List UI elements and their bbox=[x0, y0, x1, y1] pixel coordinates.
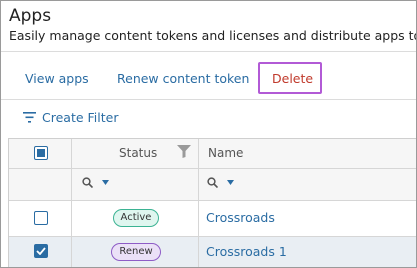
page-title: Apps bbox=[9, 6, 52, 26]
apps-table: Status Name Active Crossroads Renew Cros… bbox=[8, 138, 416, 267]
action-toolbar: View apps Renew content token Delete bbox=[1, 57, 416, 97]
apps-panel: Apps Easily manage content tokens and li… bbox=[0, 0, 417, 268]
create-filter-label: Create Filter bbox=[42, 110, 119, 125]
filter-lines-icon bbox=[23, 112, 36, 123]
page-header: Apps Easily manage content tokens and li… bbox=[9, 5, 416, 43]
create-filter-button[interactable]: Create Filter bbox=[23, 110, 118, 125]
table-border bbox=[8, 138, 416, 267]
divider bbox=[1, 99, 416, 100]
renew-content-token-link[interactable]: Renew content token bbox=[117, 71, 249, 86]
delete-link[interactable]: Delete bbox=[272, 71, 313, 86]
view-apps-link[interactable]: View apps bbox=[25, 71, 89, 86]
divider bbox=[1, 51, 416, 52]
page-subtitle: Easily manage content tokens and license… bbox=[9, 28, 416, 43]
